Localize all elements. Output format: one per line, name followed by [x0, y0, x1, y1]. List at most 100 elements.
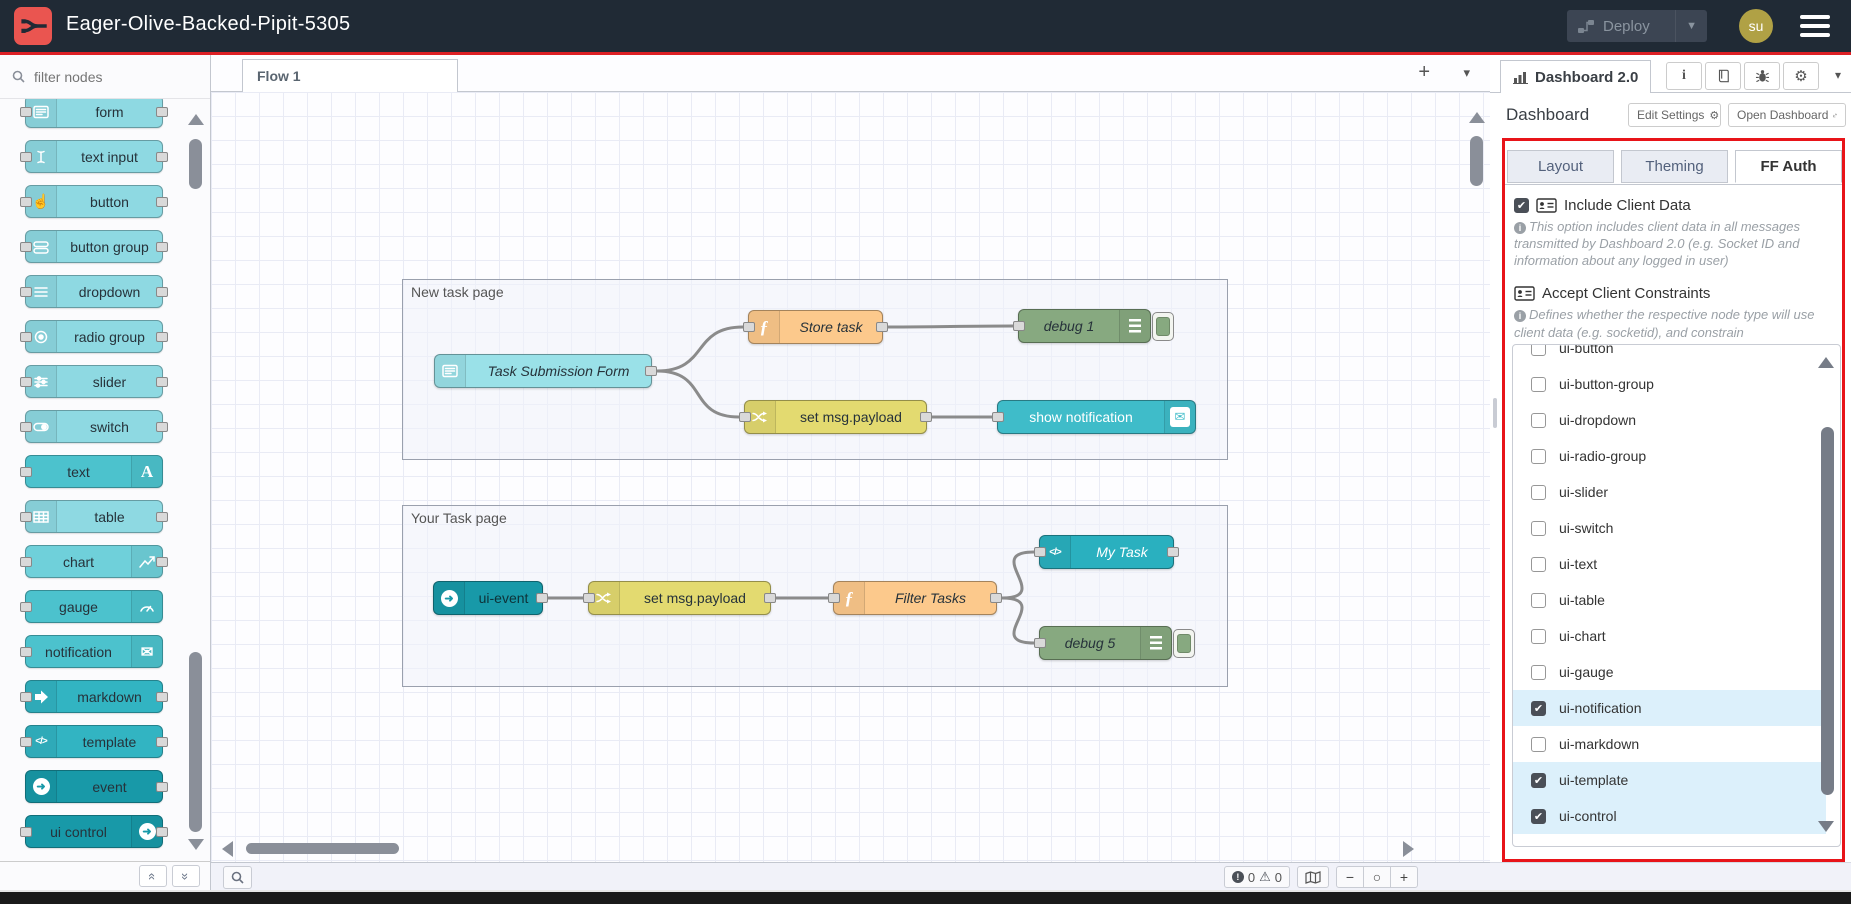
node-type-row-ui-table[interactable]: ui-table — [1513, 582, 1826, 618]
list-scroll-down-icon[interactable] — [1818, 821, 1834, 832]
canvas-scroll-up-icon[interactable] — [1469, 112, 1485, 123]
input-port[interactable] — [20, 332, 32, 342]
node-type-checkbox[interactable] — [1531, 557, 1546, 572]
input-port[interactable] — [1034, 547, 1046, 557]
node-type-checkbox[interactable] — [1531, 521, 1546, 536]
palette-node-notification[interactable]: ✉notification — [25, 635, 163, 668]
flow-node-show-notification[interactable]: ✉show notification — [997, 400, 1196, 434]
output-port[interactable] — [156, 512, 168, 522]
node-type-checkbox[interactable] — [1531, 485, 1546, 500]
output-port[interactable] — [764, 593, 776, 603]
palette-node-chart[interactable]: chart — [25, 545, 163, 578]
canvas-scroll-right-icon[interactable] — [1403, 841, 1414, 857]
output-port[interactable] — [156, 827, 168, 837]
tab-flow-1[interactable]: Flow 1 — [242, 59, 458, 92]
node-type-row-ui-button[interactable]: ui-button — [1513, 344, 1826, 366]
input-port[interactable] — [20, 377, 32, 387]
output-port[interactable] — [156, 107, 168, 117]
wire-tsf-to-store[interactable] — [657, 327, 743, 371]
palette-node-template[interactable]: </>template — [25, 725, 163, 758]
output-port[interactable] — [156, 557, 168, 567]
open-dashboard-button[interactable]: Open Dashboard — [1728, 103, 1846, 127]
node-type-row-ui-slider[interactable]: ui-slider — [1513, 474, 1826, 510]
expand-all-button[interactable]: » — [172, 865, 200, 887]
node-type-row-ui-markdown[interactable]: ui-markdown — [1513, 726, 1826, 762]
list-scrollbar-thumb[interactable] — [1821, 427, 1834, 795]
filter-nodes-input[interactable] — [32, 68, 186, 86]
output-port[interactable] — [156, 737, 168, 747]
flow-node-filter-tasks[interactable]: ƒFilter Tasks — [833, 581, 997, 615]
output-port[interactable] — [156, 287, 168, 297]
input-port[interactable] — [1013, 321, 1025, 331]
input-port[interactable] — [20, 287, 32, 297]
input-port[interactable] — [20, 422, 32, 432]
node-type-checkbox[interactable]: ✔ — [1531, 809, 1546, 824]
node-type-listbox[interactable]: ui-buttonui-button-groupui-dropdownui-ra… — [1512, 344, 1841, 847]
flow-node-my-task[interactable]: </>My Task — [1039, 535, 1174, 569]
flow-node-task-submission-form[interactable]: Task Submission Form — [434, 354, 652, 388]
output-port[interactable] — [156, 782, 168, 792]
output-port[interactable] — [156, 377, 168, 387]
palette-node-gauge[interactable]: gauge — [25, 590, 163, 623]
flow-node-set-msg-payload[interactable]: set msg.payload — [744, 400, 927, 434]
output-port[interactable] — [1167, 547, 1179, 557]
palette-node-ui-control[interactable]: ➜ui control — [25, 815, 163, 848]
help-tab-button[interactable] — [1705, 62, 1741, 90]
flow-node-debug-1[interactable]: debug 1 — [1018, 309, 1151, 343]
input-port[interactable] — [1034, 638, 1046, 648]
input-port[interactable] — [20, 827, 32, 837]
palette-scrollbar-thumb-lower[interactable] — [189, 652, 202, 832]
config-tab-button[interactable]: ⚙ — [1783, 62, 1819, 90]
input-port[interactable] — [992, 412, 1004, 422]
palette-node-table[interactable]: table — [25, 500, 163, 533]
flow-node-ui-event[interactable]: ➜ui-event — [433, 581, 543, 615]
palette-node-radio-group[interactable]: radio group — [25, 320, 163, 353]
palette-node-slider[interactable]: slider — [25, 365, 163, 398]
input-port[interactable] — [20, 242, 32, 252]
palette-node-text[interactable]: Atext — [25, 455, 163, 488]
node-type-row-ui-dropdown[interactable]: ui-dropdown — [1513, 402, 1826, 438]
input-port[interactable] — [739, 412, 751, 422]
node-type-checkbox[interactable] — [1531, 629, 1546, 644]
tab-dashboard-2[interactable]: Dashboard 2.0 — [1500, 60, 1651, 93]
node-type-row-ui-template[interactable]: ✔ui-template — [1513, 762, 1826, 798]
output-port[interactable] — [920, 412, 932, 422]
node-type-checkbox[interactable] — [1531, 413, 1546, 428]
input-port[interactable] — [20, 647, 32, 657]
output-port[interactable] — [645, 366, 657, 376]
add-flow-button[interactable]: + — [1418, 61, 1430, 84]
list-scroll-up-icon[interactable] — [1818, 357, 1834, 368]
input-port[interactable] — [20, 152, 32, 162]
edit-settings-button[interactable]: Edit Settings ⚙ — [1628, 103, 1721, 127]
output-port[interactable] — [536, 593, 548, 603]
canvas-search-button[interactable] — [223, 866, 252, 889]
deploy-options-caret-icon[interactable]: ▼ — [1675, 10, 1707, 42]
palette-node-markdown[interactable]: markdown — [25, 680, 163, 713]
palette-node-switch[interactable]: switch — [25, 410, 163, 443]
node-type-checkbox[interactable]: ✔ — [1531, 701, 1546, 716]
node-type-row-ui-switch[interactable]: ui-switch — [1513, 510, 1826, 546]
zoom-out-button[interactable]: − — [1337, 867, 1363, 887]
output-port[interactable] — [156, 242, 168, 252]
wire-filter-to-debug5[interactable] — [1002, 598, 1034, 643]
output-port[interactable] — [156, 197, 168, 207]
wire-filter-to-mytask[interactable] — [1002, 552, 1034, 598]
input-port[interactable] — [743, 322, 755, 332]
node-type-row-ui-radio-group[interactable]: ui-radio-group — [1513, 438, 1826, 474]
flow-canvas[interactable]: New task page Your Task page Task Submis… — [211, 92, 1490, 862]
info-tab-button[interactable]: i — [1666, 62, 1702, 90]
node-type-checkbox[interactable]: ✔ — [1531, 773, 1546, 788]
main-menu-icon[interactable] — [1800, 15, 1830, 37]
input-port[interactable] — [828, 593, 840, 603]
deploy-button[interactable]: Deploy ▼ — [1567, 10, 1707, 42]
debug-tab-button[interactable] — [1744, 62, 1780, 90]
flow-node-set-msg-payload[interactable]: set msg.payload — [588, 581, 771, 615]
tab-theming[interactable]: Theming — [1621, 150, 1728, 183]
include-client-data-checkbox[interactable]: ✔ — [1514, 198, 1529, 213]
navigator-button[interactable] — [1297, 866, 1329, 888]
palette-node-button[interactable]: ☝button — [25, 185, 163, 218]
input-port[interactable] — [20, 602, 32, 612]
node-type-checkbox[interactable] — [1531, 377, 1546, 392]
input-port[interactable] — [583, 593, 595, 603]
palette-scrollbar-thumb[interactable] — [189, 139, 202, 189]
